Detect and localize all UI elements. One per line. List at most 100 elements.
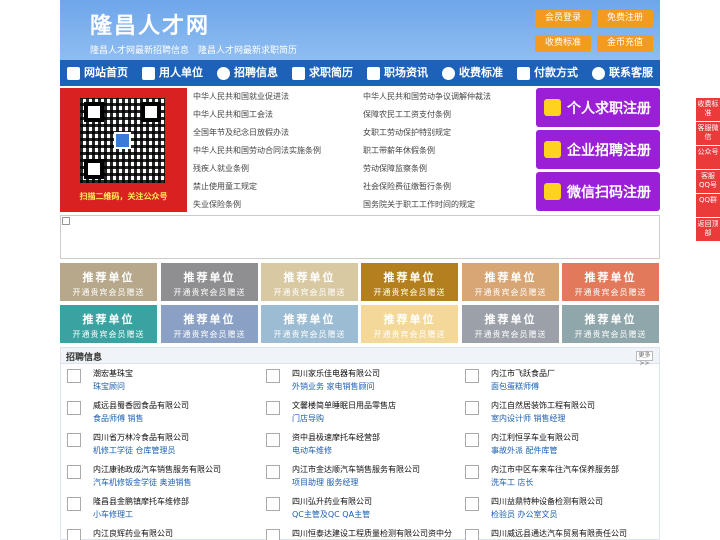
law-link[interactable]: 中华人民共和国劳动合同法实施条例 xyxy=(193,145,321,156)
law-link[interactable]: 全国年节及纪念日放假办法 xyxy=(193,127,289,138)
job-positions[interactable]: 机修工学徒 仓库管理员 xyxy=(93,445,176,456)
job-positions[interactable]: 面包蛋糕师傅 xyxy=(491,381,539,392)
job-item[interactable]: 内江市飞跃食品厂 面包蛋糕师傅 xyxy=(459,365,655,397)
company-name[interactable]: 内江市中区车来车往汽车保养服务部 xyxy=(491,464,619,475)
recommend-slot[interactable]: 推荐单位 开通贵宾会员赠送 xyxy=(562,263,659,301)
nav-news[interactable]: 职场资讯 xyxy=(360,60,435,86)
side-official-account-button[interactable]: 公众号 xyxy=(696,146,720,169)
recommend-slot[interactable]: 推荐单位 开通贵宾会员赠送 xyxy=(462,305,559,343)
nav-fees[interactable]: 收费标准 xyxy=(435,60,510,86)
job-positions[interactable]: 洗车工 店长 xyxy=(491,477,534,488)
company-name[interactable]: 文馨楼简单睡眠日用品零售店 xyxy=(292,400,396,411)
job-item[interactable]: 内江市中区车来车往汽车保养服务部 洗车工 店长 xyxy=(459,461,655,493)
coin-recharge-button[interactable]: 金币充值 xyxy=(597,35,653,52)
job-positions[interactable]: 项目助理 服务经理 xyxy=(292,477,359,488)
side-fee-button[interactable]: 收费标准 xyxy=(696,98,720,121)
side-qq-button[interactable]: 客服QQ号 xyxy=(696,170,720,193)
company-name[interactable]: 潮宏基珠宝 xyxy=(93,368,133,379)
company-name[interactable]: 内江良辉药业有限公司 xyxy=(93,528,173,539)
wechat-register-button[interactable]: 微信扫码注册 xyxy=(536,172,660,211)
company-name[interactable]: 隆昌县金鹏镇摩托车维修部 xyxy=(93,496,189,507)
job-positions[interactable]: 珠宝顾问 xyxy=(93,381,125,392)
law-link[interactable]: 保障农民工工资支付条例 xyxy=(363,109,451,120)
law-link[interactable]: 国务院关于职工工作时间的规定 xyxy=(363,199,475,210)
recommend-slot[interactable]: 推荐单位 开通贵宾会员赠送 xyxy=(261,263,358,301)
job-item[interactable]: 四川益鼎特种设备检测有限公司 检验员 办公室文员 xyxy=(459,493,655,525)
job-positions[interactable]: 小车修理工 xyxy=(93,509,133,520)
job-item[interactable]: 资中县极速摩托车经营部 电动车维修 xyxy=(260,429,456,461)
job-item[interactable]: 潮宏基珠宝 珠宝顾问 xyxy=(61,365,257,397)
job-positions[interactable]: 外销业务 家电销售顾问 xyxy=(292,381,375,392)
job-item[interactable]: 内江自然居装饰工程有限公司 室内设计师 销售经理 xyxy=(459,397,655,429)
job-item[interactable]: 四川恒泰达建设工程质量检测有限公司资中分工程检测技术人员 xyxy=(260,525,456,540)
job-positions[interactable]: 检验员 办公室文员 xyxy=(491,509,558,520)
nav-contact[interactable]: 联系客服 xyxy=(585,60,660,86)
job-positions[interactable]: 食品师傅 销售 xyxy=(93,413,144,424)
banner-placeholder[interactable] xyxy=(60,215,660,259)
job-item[interactable]: 四川威远县通达汽车贸易有限责任公司汽车机修技师 销售顾问 xyxy=(459,525,655,540)
company-name[interactable]: 内江自然居装饰工程有限公司 xyxy=(491,400,595,411)
company-name[interactable]: 内江市金达顺汽车销售服务有限公司 xyxy=(292,464,420,475)
recommend-slot[interactable]: 推荐单位 开通贵宾会员赠送 xyxy=(361,263,458,301)
job-item[interactable]: 文馨楼简单睡眠日用品零售店 门店导购 xyxy=(260,397,456,429)
job-positions[interactable]: QC主管及QC QA主管 xyxy=(292,509,370,520)
personal-register-button[interactable]: 个人求职注册 xyxy=(536,88,660,127)
site-title[interactable]: 隆昌人才网 xyxy=(90,8,210,40)
nav-employers[interactable]: 用人单位 xyxy=(135,60,210,86)
job-item[interactable]: 威远县蜀香园食品有限公司 食品师傅 销售 xyxy=(61,397,257,429)
job-positions[interactable]: 事故外派 配件库管 xyxy=(491,445,558,456)
member-login-button[interactable]: 会员登录 xyxy=(535,10,591,27)
recommend-slot[interactable]: 推荐单位 开通贵宾会员赠送 xyxy=(261,305,358,343)
recommend-slot[interactable]: 推荐单位 开通贵宾会员赠送 xyxy=(60,305,157,343)
company-register-button[interactable]: 企业招聘注册 xyxy=(536,130,660,169)
company-name[interactable]: 内江利恒孚车业有限公司 xyxy=(491,432,579,443)
more-button[interactable]: 更多>> xyxy=(636,351,653,367)
company-name[interactable]: 四川省万林冷食品有限公司 xyxy=(93,432,189,443)
law-link[interactable]: 残疾人就业条例 xyxy=(193,163,249,174)
company-name[interactable]: 四川益鼎特种设备检测有限公司 xyxy=(491,496,603,507)
recommend-slot[interactable]: 推荐单位 开通贵宾会员赠送 xyxy=(462,263,559,301)
job-positions[interactable]: 汽车机修钣金学徒 奥迪销售 xyxy=(93,477,192,488)
nav-resumes[interactable]: 求职简历 xyxy=(285,60,360,86)
company-name[interactable]: 四川恒泰达建设工程质量检测有限公司资中分 xyxy=(292,528,452,539)
law-link[interactable]: 中华人民共和国工会法 xyxy=(193,109,273,120)
nav-jobs[interactable]: 招聘信息 xyxy=(210,60,285,86)
free-register-button[interactable]: 免费注册 xyxy=(597,10,653,27)
job-item[interactable]: 四川家乐佳电器有限公司 外销业务 家电销售顾问 xyxy=(260,365,456,397)
nav-home[interactable]: 网站首页 xyxy=(60,60,135,86)
job-item[interactable]: 内江市金达顺汽车销售服务有限公司 项目助理 服务经理 xyxy=(260,461,456,493)
job-positions[interactable]: 室内设计师 销售经理 xyxy=(491,413,566,424)
company-name[interactable]: 内江市飞跃食品厂 xyxy=(491,368,555,379)
job-item[interactable]: 内江利恒孚车业有限公司 事故外派 配件库管 xyxy=(459,429,655,461)
recommend-slot[interactable]: 推荐单位 开通贵宾会员赠送 xyxy=(361,305,458,343)
fee-standard-button[interactable]: 收费标准 xyxy=(535,35,591,52)
company-name[interactable]: 威远县蜀香园食品有限公司 xyxy=(93,400,189,411)
job-item[interactable]: 四川省万林冷食品有限公司 机修工学徒 仓库管理员 xyxy=(61,429,257,461)
company-name[interactable]: 四川威远县通达汽车贸易有限责任公司 xyxy=(491,528,627,539)
law-link[interactable]: 女职工劳动保护特别规定 xyxy=(363,127,451,138)
side-wechat-button[interactable]: 客服微信 xyxy=(696,122,720,145)
company-name[interactable]: 四川弘升药业有限公司 xyxy=(292,496,372,507)
recommend-slot[interactable]: 推荐单位 开通贵宾会员赠送 xyxy=(161,263,258,301)
company-name[interactable]: 资中县极速摩托车经营部 xyxy=(292,432,380,443)
recommend-slot[interactable]: 推荐单位 开通贵宾会员赠送 xyxy=(60,263,157,301)
law-link[interactable]: 社会保险费征缴暂行条例 xyxy=(363,181,451,192)
job-item[interactable]: 四川弘升药业有限公司 QC主管及QC QA主管 xyxy=(260,493,456,525)
job-positions[interactable]: 门店导购 xyxy=(292,413,324,424)
back-to-top-button[interactable]: 返回顶部 xyxy=(696,218,720,241)
job-item[interactable]: 隆昌县金鹏镇摩托车维修部 小车修理工 xyxy=(61,493,257,525)
nav-payment[interactable]: 付款方式 xyxy=(510,60,585,86)
recommend-slot[interactable]: 推荐单位 开通贵宾会员赠送 xyxy=(161,305,258,343)
law-link[interactable]: 失业保险条例 xyxy=(193,199,241,210)
law-link[interactable]: 职工带薪年休假条例 xyxy=(363,145,435,156)
law-link[interactable]: 劳动保障监察条例 xyxy=(363,163,427,174)
job-item[interactable]: 内江良辉药业有限公司检验员QC xyxy=(61,525,257,540)
law-link[interactable]: 中华人民共和国劳动争议调解仲裁法 xyxy=(363,91,491,102)
law-link[interactable]: 中华人民共和国就业促进法 xyxy=(193,91,289,102)
job-item[interactable]: 内江康驰政成汽车销售服务有限公司 汽车机修钣金学徒 奥迪销售 xyxy=(61,461,257,493)
company-name[interactable]: 内江康驰政成汽车销售服务有限公司 xyxy=(93,464,221,475)
company-name[interactable]: 四川家乐佳电器有限公司 xyxy=(292,368,380,379)
law-link[interactable]: 禁止使用童工规定 xyxy=(193,181,257,192)
side-qq-group-button[interactable]: QQ群 xyxy=(696,194,720,217)
recommend-slot[interactable]: 推荐单位 开通贵宾会员赠送 xyxy=(562,305,659,343)
